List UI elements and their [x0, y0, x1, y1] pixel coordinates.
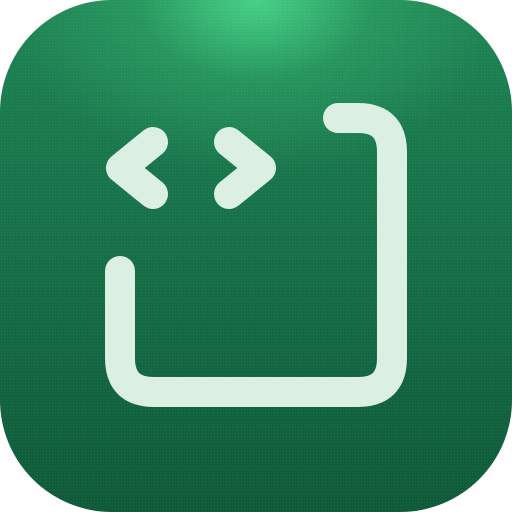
- chevron-right-icon: [214, 127, 276, 209]
- chevron-left-icon: [106, 127, 168, 209]
- code-frame-glyph: [105, 103, 407, 407]
- app-icon: [0, 0, 512, 512]
